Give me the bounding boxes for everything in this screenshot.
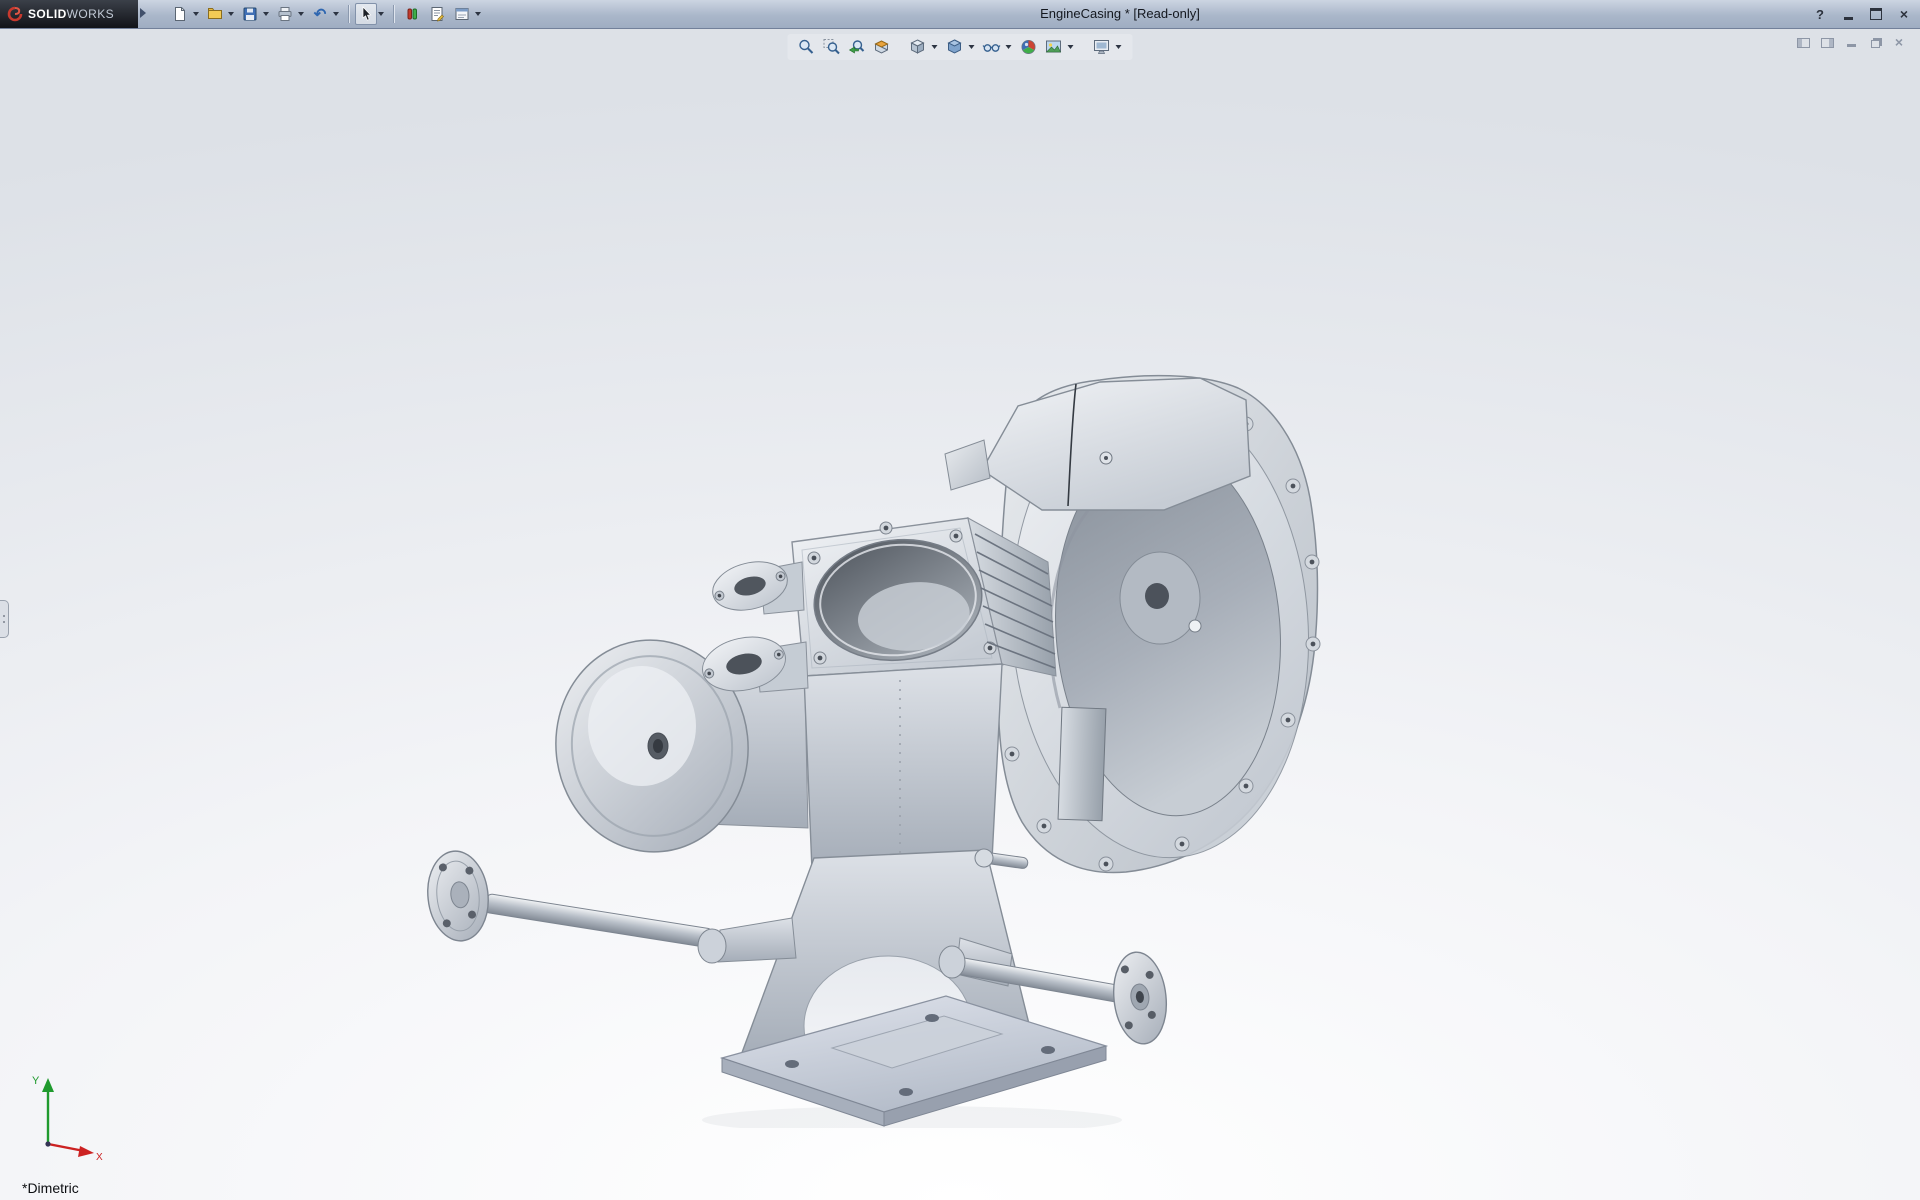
solidworks-logo: SOLIDWORKS	[0, 0, 138, 28]
view-orientation-cube-icon	[909, 38, 927, 56]
dropdown-arrow[interactable]	[263, 12, 269, 16]
view-orientation-button[interactable]	[907, 36, 929, 58]
brand-bold: SOLID	[28, 7, 67, 21]
scene-icon	[1045, 38, 1063, 56]
title-bar[interactable]: SOLIDWORKS	[0, 0, 1920, 29]
edit-appearance-button[interactable]	[1018, 36, 1040, 58]
reed-valve-cover[interactable]	[945, 378, 1250, 510]
zoom-to-area-icon	[823, 38, 841, 56]
toolbar-separator	[393, 5, 394, 23]
open-button[interactable]	[203, 3, 227, 25]
document-window-controls: ×	[1796, 36, 1906, 48]
reference-triad[interactable]: Y X	[24, 1064, 108, 1168]
save-button[interactable]	[238, 3, 262, 25]
select-cursor-icon	[358, 6, 374, 22]
print-button[interactable]	[273, 3, 297, 25]
maximize-button[interactable]	[1868, 6, 1884, 22]
heads-up-view-toolbar	[788, 34, 1133, 60]
triad-x-label: X	[96, 1152, 103, 1163]
dassault-3ds-logo-icon	[6, 6, 24, 22]
axle-left[interactable]	[423, 848, 726, 963]
dropdown-arrow[interactable]	[378, 12, 384, 16]
triad-y-label: Y	[32, 1075, 40, 1087]
open-folder-icon	[207, 6, 223, 22]
file-properties-icon	[429, 6, 445, 22]
new-document-button[interactable]	[168, 3, 192, 25]
dropdown-arrow[interactable]	[1068, 45, 1074, 49]
dropdown-arrow[interactable]	[1006, 45, 1012, 49]
minimize-document-button[interactable]	[1844, 36, 1858, 48]
show-display-pane-button[interactable]	[1820, 36, 1834, 48]
help-button[interactable]: ?	[1812, 6, 1828, 22]
apply-scene-button[interactable]	[1043, 36, 1065, 58]
close-document-button[interactable]: ×	[1892, 36, 1906, 48]
view-orientation-label: *Dimetric	[22, 1180, 79, 1196]
save-floppy-icon	[242, 6, 258, 22]
dropdown-arrow[interactable]	[298, 12, 304, 16]
display-style-button[interactable]	[944, 36, 966, 58]
dropdown-arrow[interactable]	[1116, 45, 1122, 49]
brand-text: SOLIDWORKS	[28, 7, 114, 21]
close-button[interactable]: ×	[1896, 6, 1912, 22]
new-file-icon	[172, 6, 188, 22]
brand-light: WORKS	[67, 7, 114, 21]
pane-left-icon	[1797, 38, 1810, 48]
hide-show-items-button[interactable]	[981, 36, 1003, 58]
menu-expand-arrow-icon[interactable]	[140, 8, 146, 18]
minimize-icon	[1847, 44, 1856, 47]
view-settings-icon	[1093, 38, 1111, 56]
graphics-viewport[interactable]: ×	[0, 28, 1920, 1200]
view-settings-button[interactable]	[1091, 36, 1113, 58]
section-view-button[interactable]	[871, 36, 893, 58]
eyeglasses-icon	[983, 38, 1001, 56]
triad-origin	[45, 1141, 50, 1146]
file-properties-button[interactable]	[425, 3, 449, 25]
dropdown-arrow[interactable]	[969, 45, 975, 49]
options-icon	[454, 6, 470, 22]
display-style-icon	[946, 38, 964, 56]
minimize-button[interactable]	[1840, 6, 1856, 22]
show-feature-pane-button[interactable]	[1796, 36, 1810, 48]
toolbar-separator	[348, 5, 349, 23]
maximize-icon	[1870, 8, 1882, 20]
dropdown-arrow[interactable]	[932, 45, 938, 49]
restore-icon	[1871, 40, 1880, 48]
dropdown-arrow[interactable]	[333, 12, 339, 16]
window-title: EngineCasing * [Read-only]	[470, 0, 1770, 28]
previous-view-icon	[848, 38, 866, 56]
zoom-to-area-button[interactable]	[821, 36, 843, 58]
rebuild-button[interactable]	[400, 3, 424, 25]
standard-toolbar: ↶	[168, 2, 484, 26]
previous-view-button[interactable]	[846, 36, 868, 58]
window-controls: ? ×	[1812, 0, 1912, 28]
undo-icon: ↶	[314, 7, 327, 22]
printer-icon	[277, 6, 293, 22]
zoom-to-fit-button[interactable]	[796, 36, 818, 58]
dropdown-arrow[interactable]	[193, 12, 199, 16]
undo-button[interactable]: ↶	[308, 3, 332, 25]
restore-document-button[interactable]	[1868, 36, 1882, 48]
pane-right-icon	[1821, 38, 1834, 48]
feature-panel-splitter-handle[interactable]	[0, 600, 9, 638]
zoom-to-fit-icon	[798, 38, 816, 56]
dropdown-arrow[interactable]	[228, 12, 234, 16]
appearance-ball-icon	[1020, 38, 1038, 56]
section-view-icon	[873, 38, 891, 56]
rebuild-icon	[404, 6, 420, 22]
minimize-icon	[1844, 17, 1853, 20]
engine-casing-model[interactable]	[400, 358, 1360, 1128]
select-tool-button[interactable]	[355, 3, 377, 25]
manifold-flanges[interactable]	[698, 554, 808, 698]
